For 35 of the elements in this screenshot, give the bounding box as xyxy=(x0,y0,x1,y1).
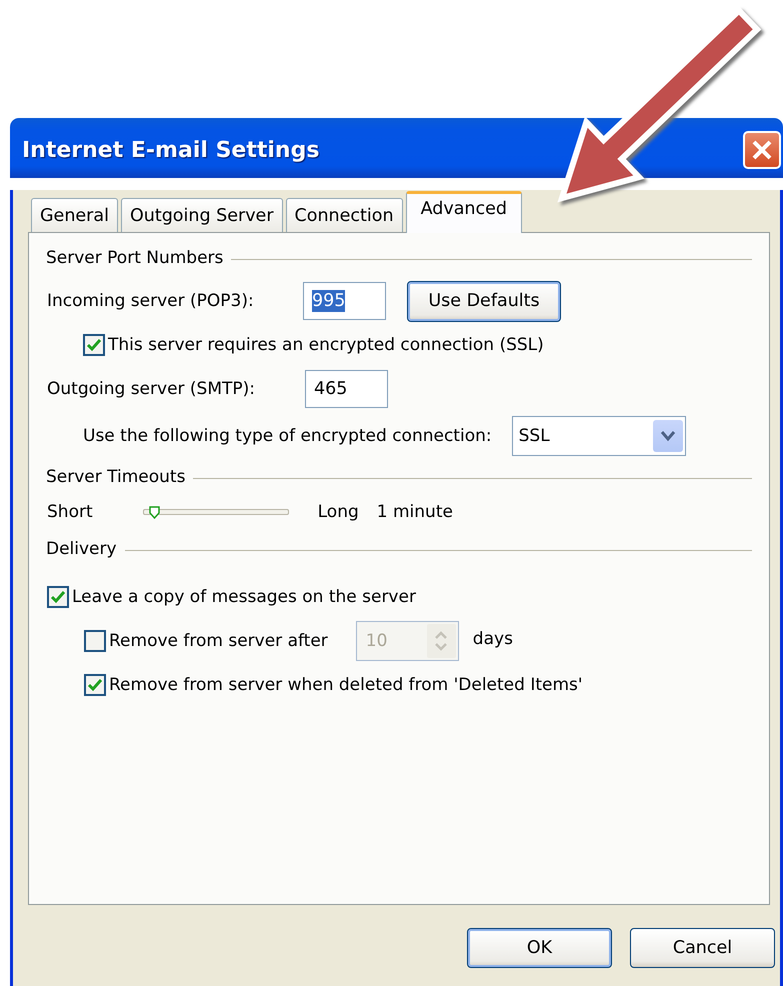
field-label: Use the following type of encrypted connection: xyxy=(83,426,492,446)
unit-label: days xyxy=(472,629,513,649)
checkbox-box xyxy=(47,586,69,608)
field-label: Outgoing server (SMTP): xyxy=(47,379,256,399)
checkbox-box xyxy=(84,674,106,696)
input-field[interactable]: 995 xyxy=(303,282,386,320)
tab[interactable]: Advanced xyxy=(406,191,522,233)
dropdown-button[interactable] xyxy=(652,420,683,452)
cancel-button[interactable]: Cancel xyxy=(630,928,775,968)
field-label: Incoming server (POP3): xyxy=(47,291,255,311)
chevron-down-icon xyxy=(660,430,676,442)
checkbox[interactable]: Remove from server when deleted from 'Deleted Items' xyxy=(84,674,583,696)
use-defaults-button[interactable]: Use Defaults xyxy=(407,280,561,322)
slider-min-label: Short xyxy=(47,502,93,522)
window-title: Internet E-mail Settings xyxy=(22,136,320,162)
slider-max-label: Long xyxy=(318,502,359,522)
input-field[interactable]: 465 xyxy=(305,370,388,408)
checkbox-box xyxy=(84,630,106,652)
ok-button[interactable]: OK xyxy=(467,928,612,968)
slider-thumb[interactable] xyxy=(148,506,160,519)
tab[interactable]: Connection xyxy=(286,198,403,232)
tab[interactable]: General xyxy=(31,198,118,232)
tab[interactable]: Outgoing Server xyxy=(120,198,283,232)
section-title: Delivery xyxy=(46,539,117,559)
up-down-arrows-icon xyxy=(434,629,448,653)
checkbox[interactable]: Remove from server after xyxy=(84,630,328,652)
slider-reading: 1 minute xyxy=(376,502,453,522)
checkbox[interactable]: Leave a copy of messages on the server xyxy=(47,586,416,608)
section-title: Server Timeouts xyxy=(46,467,186,487)
close-button[interactable] xyxy=(743,131,781,169)
close-icon xyxy=(750,138,774,162)
encryption-dropdown[interactable]: SSL xyxy=(512,416,686,456)
checkbox-box xyxy=(83,334,105,356)
section-title: Server Port Numbers xyxy=(46,248,224,268)
checkbox[interactable]: This server requires an encrypted connection (SSL) xyxy=(83,334,544,356)
